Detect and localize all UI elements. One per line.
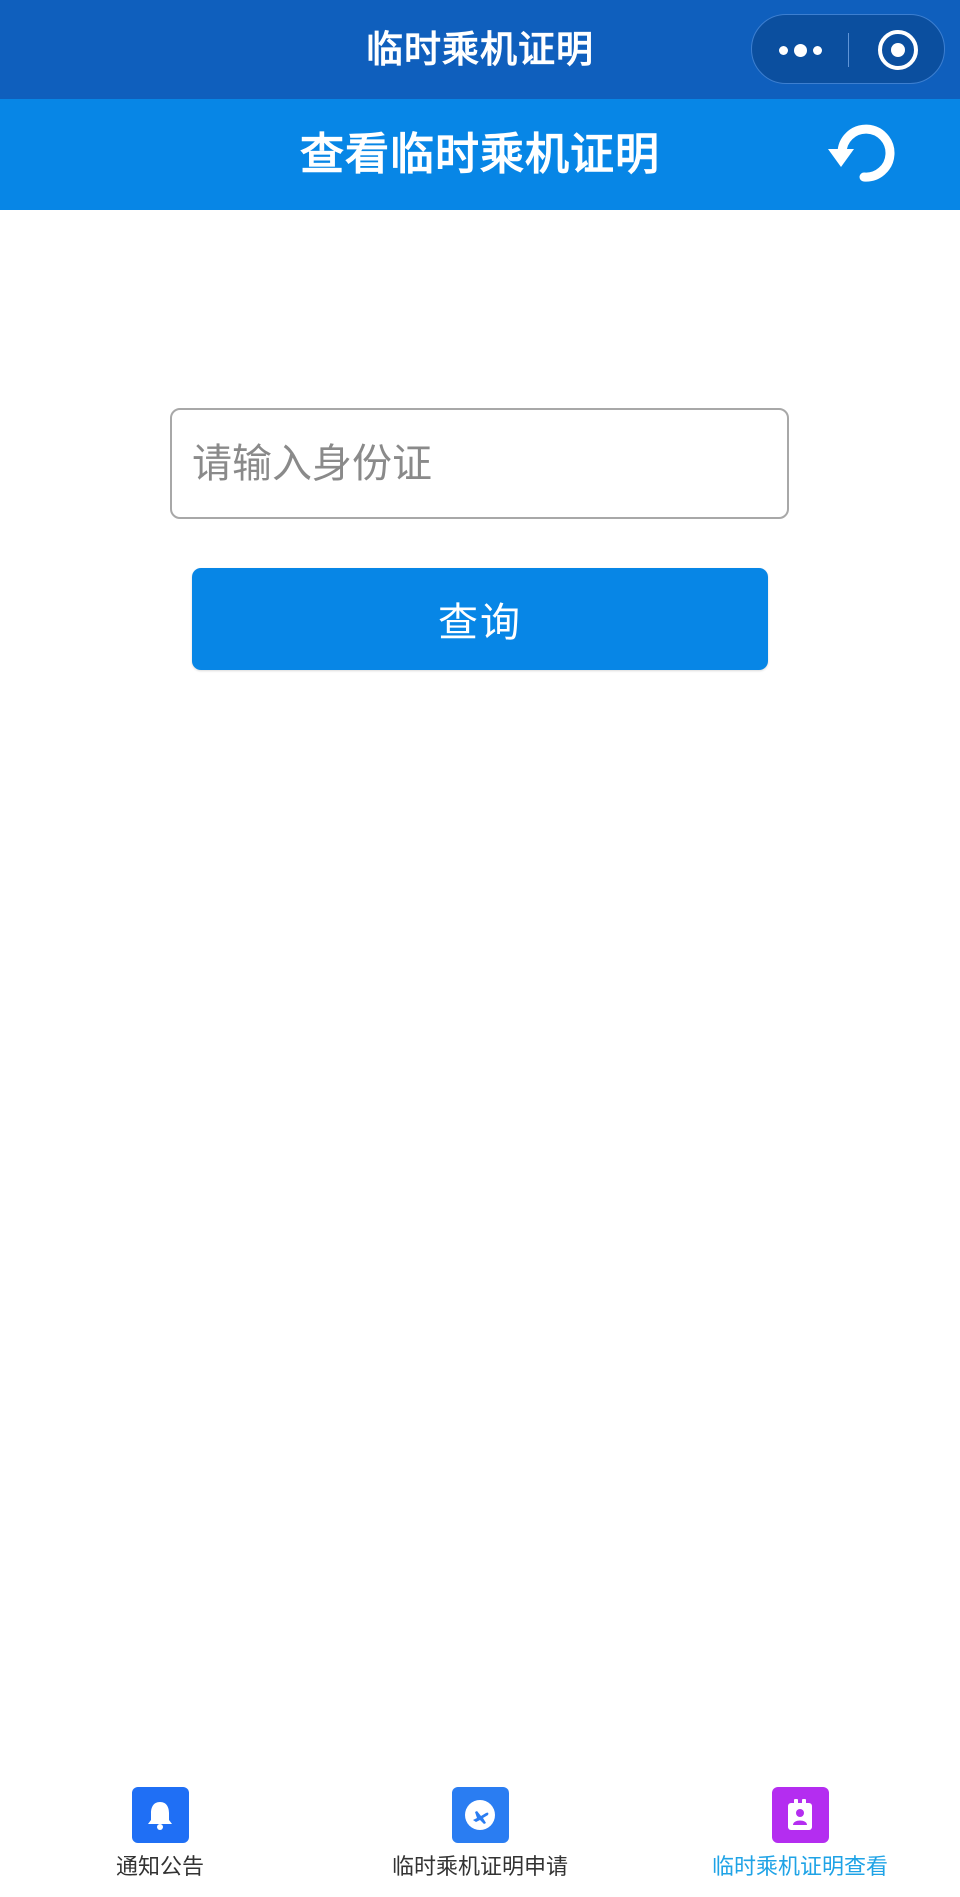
page-title: 查看临时乘机证明 (300, 129, 660, 180)
bell-icon (131, 1787, 189, 1843)
page-header: 查看临时乘机证明 (0, 99, 960, 210)
tab-notice[interactable]: 通知公告 (0, 1772, 320, 1897)
id-badge-icon (771, 1787, 829, 1843)
airplane-icon (451, 1787, 509, 1843)
id-card-input[interactable] (170, 408, 789, 519)
more-dots-icon[interactable] (752, 15, 848, 85)
app-root: 临时乘机证明 查看临时乘机证明 查询 (0, 0, 960, 1897)
tab-view[interactable]: 临时乘机证明查看 (640, 1772, 960, 1897)
close-target-icon[interactable] (849, 15, 946, 85)
refresh-icon[interactable] (824, 113, 904, 193)
tab-apply-label: 临时乘机证明申请 (391, 1855, 568, 1880)
mini-program-navbar: 临时乘机证明 (0, 0, 960, 99)
tab-notice-label: 通知公告 (115, 1855, 204, 1880)
bottom-tab-bar: 通知公告 临时乘机证明申请 临时乘机证明查看 (0, 1772, 960, 1897)
capsule-menu (751, 14, 945, 84)
tab-apply[interactable]: 临时乘机证明申请 (320, 1772, 640, 1897)
query-button[interactable]: 查询 (192, 568, 768, 670)
tab-view-label: 临时乘机证明查看 (711, 1855, 888, 1880)
